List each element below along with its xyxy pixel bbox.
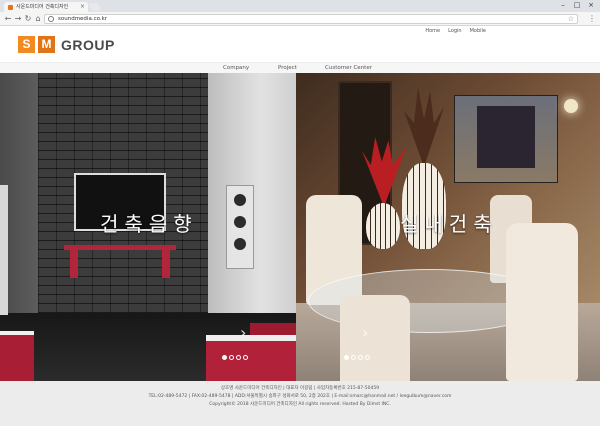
scene-tv-stand	[70, 250, 78, 278]
address-bar[interactable]: soundmedia.co.kr ☆	[44, 14, 578, 24]
utility-nav: Home Login Mobile	[425, 28, 486, 34]
scene-tv-stand	[64, 245, 176, 250]
tab-close-icon[interactable]: ×	[80, 2, 85, 12]
next-arrow-icon[interactable]: ›	[362, 325, 368, 341]
scene-tv-stand	[162, 250, 170, 278]
bookmark-star-icon[interactable]: ☆	[568, 15, 574, 24]
browser-tab[interactable]: 사운드미디어 건축디자인 ×	[4, 2, 88, 12]
scene-speaker	[0, 185, 8, 315]
next-arrow-icon[interactable]: ›	[240, 325, 246, 341]
info-icon[interactable]	[48, 16, 54, 22]
scene-lamp	[564, 99, 578, 113]
home-icon[interactable]: ⌂	[33, 13, 43, 24]
util-link-login[interactable]: Login	[448, 28, 462, 34]
tab-title: 사운드미디어 건축디자인	[16, 4, 69, 10]
scene-seat	[206, 335, 296, 381]
minimize-icon[interactable]: –	[556, 0, 570, 10]
back-icon[interactable]: ←	[3, 13, 13, 24]
footer-company-info: 상호명 사운드미디어 건축디자인 | 대표자 이길림 | 사업자등록번호 215…	[220, 386, 380, 391]
window-controls: – □ ×	[556, 0, 598, 10]
slider-dots	[222, 355, 248, 360]
speaker-cone	[234, 194, 246, 206]
site-header: S M GROUP Home Login Mobile	[0, 26, 600, 62]
main-nav: Company Project Customer Center	[0, 62, 600, 73]
new-tab-button[interactable]	[88, 3, 102, 11]
scene-artwork	[454, 95, 558, 183]
slider-dot[interactable]	[243, 355, 248, 360]
hero-panel-acoustics[interactable]: 건축음향 ›	[0, 73, 296, 381]
browser-menu-icon[interactable]: ⋮	[588, 13, 596, 24]
logo-group-text: GROUP	[61, 36, 115, 53]
footer-copyright: Copyright© 2018 사운드미디어 건축디자인 All rights …	[209, 402, 391, 407]
slider-dot[interactable]	[365, 355, 370, 360]
slider-dot[interactable]	[351, 355, 356, 360]
slider-dot[interactable]	[222, 355, 227, 360]
reload-icon[interactable]: ↻	[23, 13, 33, 24]
speaker-cone	[234, 238, 246, 250]
hero-panel-interior[interactable]: 실내건축 ›	[296, 73, 600, 381]
scene-chair	[340, 295, 410, 381]
slider-dot[interactable]	[229, 355, 234, 360]
scene-artwork	[477, 106, 535, 168]
slider-dots	[344, 355, 370, 360]
forward-icon[interactable]: →	[13, 13, 23, 24]
site-logo[interactable]: S M GROUP	[18, 36, 115, 53]
logo-m: M	[38, 36, 55, 53]
speaker-cone	[234, 216, 246, 228]
util-link-home[interactable]: Home	[425, 28, 440, 34]
scene-chair	[506, 223, 578, 381]
footer-contact-info: TEL:02-489-5472 | FAX:02-489-5478 | ADD:…	[148, 394, 452, 399]
browser-toolbar: ← → ↻ ⌂ soundmedia.co.kr ☆ ⋮	[0, 12, 600, 26]
util-link-mobile[interactable]: Mobile	[470, 28, 486, 34]
browser-tabstrip: 사운드미디어 건축디자인 × – □ ×	[0, 0, 600, 12]
site-footer: 상호명 사운드미디어 건축디자인 | 대표자 이길림 | 사업자등록번호 215…	[0, 381, 600, 426]
slider-dot[interactable]	[358, 355, 363, 360]
slider-dot[interactable]	[236, 355, 241, 360]
hero-title-acoustics: 건축음향	[100, 212, 198, 236]
maximize-icon[interactable]: □	[570, 0, 584, 10]
scene-seat	[0, 331, 34, 381]
hero-title-interior: 실내건축	[400, 212, 498, 236]
close-window-icon[interactable]: ×	[584, 0, 598, 10]
logo-s: S	[18, 36, 35, 53]
scene-vase	[366, 203, 400, 249]
url-text[interactable]: soundmedia.co.kr	[58, 15, 107, 24]
slider-dot[interactable]	[344, 355, 349, 360]
scene-speaker	[226, 185, 254, 269]
favicon-icon	[8, 5, 13, 10]
hero-slider: 건축음향 › 실내건축 ›	[0, 73, 600, 381]
